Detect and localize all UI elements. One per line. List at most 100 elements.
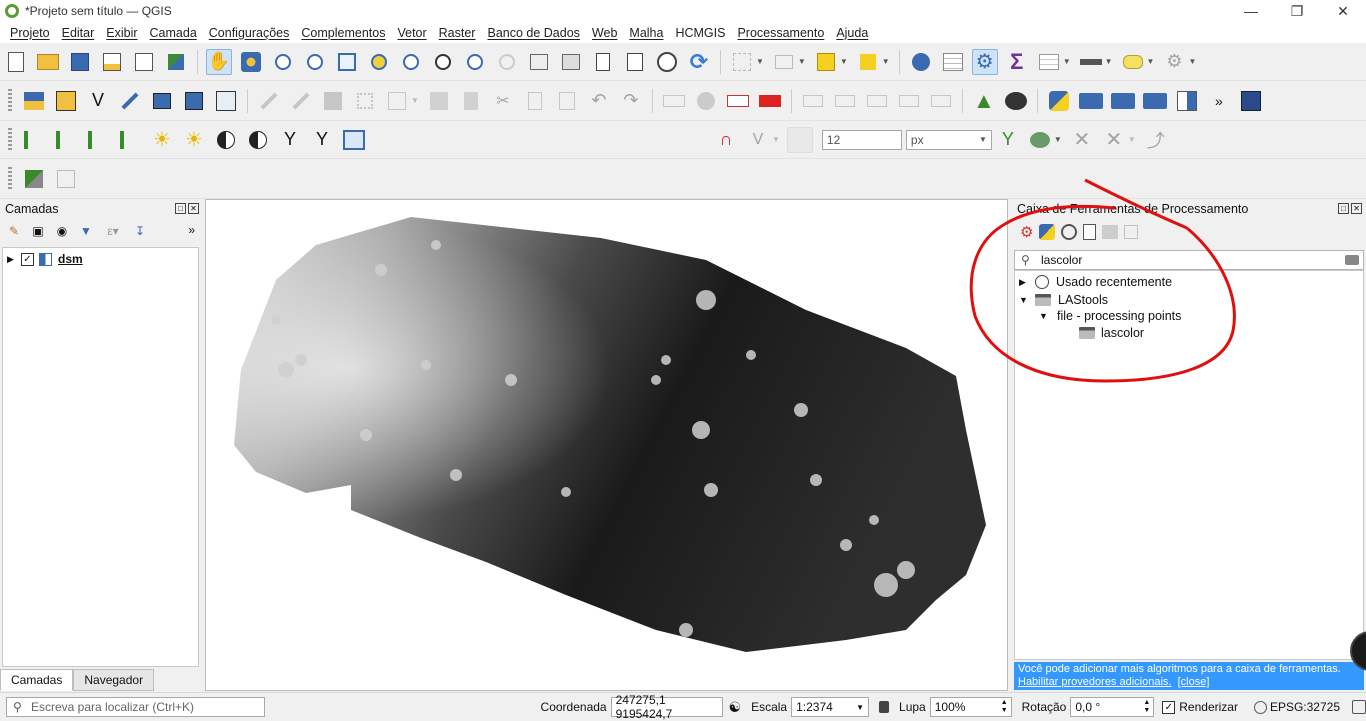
rotate-label-icon[interactable] xyxy=(896,88,922,114)
menu-configuracoes[interactable]: Configurações xyxy=(203,26,296,40)
new-3d-map-view-icon[interactable] xyxy=(558,49,584,75)
new-bookmark-icon[interactable] xyxy=(590,49,616,75)
layer-labeling-icon[interactable] xyxy=(725,88,751,114)
snap-unit-select[interactable]: px ▼ xyxy=(905,129,992,150)
new-geopackage-layer-icon[interactable] xyxy=(53,88,79,114)
increase-contrast-icon[interactable] xyxy=(213,127,239,153)
add-group-icon[interactable]: ▣ xyxy=(28,221,48,241)
toggle-editing-icon[interactable] xyxy=(288,88,314,114)
label-abc-icon[interactable] xyxy=(661,88,687,114)
restore-button[interactable]: ❐ xyxy=(1274,0,1320,22)
qgis-cloud-icon[interactable] xyxy=(1003,88,1029,114)
cut-features-icon[interactable]: ✂ xyxy=(490,88,516,114)
avoid-overlap-icon[interactable]: ✕ xyxy=(1069,127,1095,153)
kml-export-icon[interactable] xyxy=(1078,88,1104,114)
decrease-gamma-icon[interactable]: Y xyxy=(309,127,335,153)
swipe-tool-icon[interactable] xyxy=(1174,88,1200,114)
increase-brightness-icon[interactable]: ☀ xyxy=(149,127,175,153)
self-snapping-icon[interactable]: ⤴ xyxy=(1143,127,1169,153)
crs-globe-icon[interactable] xyxy=(1253,700,1267,714)
show-bookmarks-icon[interactable] xyxy=(622,49,648,75)
html-export-icon[interactable] xyxy=(1142,88,1168,114)
filter-legend-icon[interactable]: ▼ xyxy=(76,221,96,241)
crs-button[interactable]: EPSG:32725 xyxy=(1270,700,1340,714)
attribute-table-icon[interactable] xyxy=(1036,49,1062,75)
minimize-button[interactable]: — xyxy=(1228,0,1274,22)
deselect-features-icon[interactable] xyxy=(813,49,839,75)
add-raster-icon[interactable] xyxy=(149,88,175,114)
snap-tolerance-input[interactable]: 12 xyxy=(821,129,902,150)
zoom-full-icon[interactable] xyxy=(334,49,360,75)
menu-vetor[interactable]: Vetor xyxy=(391,26,432,40)
refresh-icon[interactable]: ⟳ xyxy=(686,49,712,75)
menu-hcmgis[interactable]: HCMGIS xyxy=(669,26,731,40)
menu-raster[interactable]: Raster xyxy=(433,26,482,40)
coordinate-input[interactable]: 247275,1 9195424,7 xyxy=(610,693,723,721)
zoom-to-selection-icon[interactable] xyxy=(366,49,392,75)
locator-search-input[interactable]: ⚲ Escreva para localizar (Ctrl+K) xyxy=(6,697,265,717)
current-edits-icon[interactable] xyxy=(256,88,282,114)
new-print-layout-icon[interactable] xyxy=(99,49,125,75)
delete-selected-icon[interactable] xyxy=(458,88,484,114)
plugin-tool-2-icon[interactable] xyxy=(53,166,79,192)
select-features-icon[interactable] xyxy=(729,49,755,75)
decrease-contrast-icon[interactable] xyxy=(245,127,271,153)
float-panel-button[interactable]: □ xyxy=(175,203,186,214)
menu-web[interactable]: Web xyxy=(586,26,623,40)
render-checkbox[interactable]: ✓ xyxy=(1162,700,1176,714)
add-virtual-layer-icon[interactable] xyxy=(213,88,239,114)
redo-icon[interactable]: ↷ xyxy=(618,88,644,114)
toolbox-gear-icon[interactable]: ⚙ xyxy=(971,48,998,75)
style-manager-icon[interactable] xyxy=(163,49,189,75)
menu-complementos[interactable]: Complementos xyxy=(295,26,391,40)
toolbox-close-button[interactable]: ✕ xyxy=(1351,203,1362,214)
info-close-link[interactable]: [close] xyxy=(1178,676,1210,688)
georeferencer-icon[interactable] xyxy=(341,127,367,153)
move-label-icon[interactable] xyxy=(864,88,890,114)
select-by-value-icon[interactable] xyxy=(771,49,797,75)
clear-search-icon[interactable] xyxy=(1345,255,1359,265)
measure-line-icon[interactable] xyxy=(1078,49,1104,75)
new-map-view-icon[interactable] xyxy=(526,49,552,75)
tab-camadas[interactable]: Camadas xyxy=(0,669,74,691)
identify-features-icon[interactable] xyxy=(908,49,934,75)
histogram-stretch-icon[interactable] xyxy=(21,127,47,153)
annotation-icon[interactable]: ⚙ xyxy=(1161,49,1187,75)
digitize-icon[interactable] xyxy=(117,88,143,114)
zoom-to-layer-icon[interactable] xyxy=(398,49,424,75)
select-location-icon[interactable] xyxy=(855,49,881,75)
save-edits-icon[interactable] xyxy=(320,88,346,114)
add-mesh-icon[interactable] xyxy=(181,88,207,114)
cumulative-cut-stretch-icon[interactable] xyxy=(117,127,143,153)
lock-scale-icon[interactable] xyxy=(879,701,890,713)
tab-navegador[interactable]: Navegador xyxy=(73,669,155,691)
menu-processamento[interactable]: Processamento xyxy=(731,26,830,40)
help-icon[interactable] xyxy=(1238,88,1264,114)
tracing-icon[interactable]: ✕ xyxy=(1101,127,1127,153)
python-console-icon[interactable] xyxy=(1046,88,1072,114)
increase-gamma-icon[interactable]: Y xyxy=(277,127,303,153)
menu-projeto[interactable]: Projeto xyxy=(4,26,56,40)
statistical-summary-icon[interactable]: Σ xyxy=(1004,49,1030,75)
extents-toggle-icon[interactable]: ☯ xyxy=(729,699,742,716)
snapping-magnet-icon[interactable]: ∩ xyxy=(713,127,739,153)
new-shapefile-layer-icon[interactable]: V xyxy=(85,88,111,114)
more-tools-chevron-icon[interactable]: » xyxy=(1206,88,1232,114)
magnifier-spinbox[interactable]: 100% ▲ ▼ xyxy=(929,697,1012,717)
expand-arrow-icon[interactable]: ▶ xyxy=(7,254,19,265)
expand-all-icon[interactable]: ↧ xyxy=(130,221,150,241)
menu-editar[interactable]: Editar xyxy=(56,26,101,40)
topological-editing-icon[interactable]: Y xyxy=(995,127,1021,153)
rotation-spinbox[interactable]: 0,0 ° ▲ ▼ xyxy=(1070,697,1155,717)
scale-select[interactable]: 1:2374 ▼ xyxy=(791,697,870,717)
layer-item-dsm[interactable]: ▶ ✓ dsm xyxy=(7,251,83,267)
menu-camada[interactable]: Camada xyxy=(144,26,203,40)
zoom-native-resolution-icon[interactable] xyxy=(430,49,456,75)
layer-visibility-checkbox[interactable]: ✓ xyxy=(21,252,34,266)
close-panel-button[interactable]: ✕ xyxy=(188,203,199,214)
kmz-export-icon[interactable] xyxy=(1110,88,1136,114)
zoom-in-icon[interactable] xyxy=(270,49,296,75)
layer-labeling-red-icon[interactable] xyxy=(757,88,783,114)
snapping-mode-icon[interactable]: V xyxy=(745,127,771,153)
plugin-tool-icon[interactable] xyxy=(21,166,47,192)
